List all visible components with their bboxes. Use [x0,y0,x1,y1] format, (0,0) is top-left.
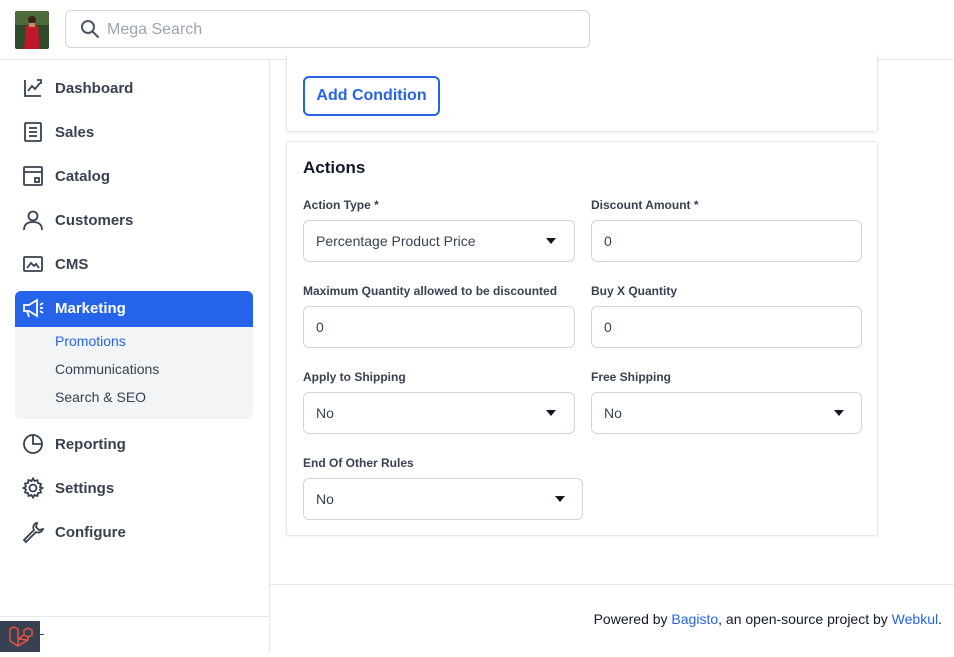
search-icon [81,20,99,38]
actions-title: Actions [303,158,366,177]
action-type-label: Action Type * [303,198,379,212]
sidebar-item-cms[interactable]: CMS [15,247,253,283]
add-condition-button[interactable]: Add Condition [303,76,440,116]
sidebar-item-sales[interactable]: Sales [15,115,253,151]
submenu-item-promotions[interactable]: Promotions [55,333,126,349]
search-placeholder: Mega Search [107,21,203,38]
buy-x-quantity-label: Buy X Quantity [591,284,678,298]
megaphone-icon [23,298,44,318]
sidebar-divider [0,616,269,617]
discount-amount-input[interactable]: 0 [591,220,862,262]
catalog-icon [23,166,43,186]
sidebar: Dashboard Sales Catalog Customers CMS Ma… [0,60,270,652]
laravel-icon [9,626,33,647]
cms-icon [23,256,43,272]
actions-card: Actions Action Type * Percentage Product… [286,141,878,536]
action-type-select[interactable]: Percentage Product Price [303,220,575,262]
footer-credit: Powered by Bagisto, an open-source proje… [593,611,942,627]
free-shipping-label: Free Shipping [591,370,672,384]
mega-search-input[interactable]: Mega Search [65,10,590,48]
max-quantity-label: Maximum Quantity allowed to be discounte… [303,284,558,298]
footer-divider [270,584,954,585]
customers-icon [23,210,43,231]
submenu-item-search-seo[interactable]: Search & SEO [55,389,146,405]
sidebar-item-dashboard[interactable]: Dashboard [15,71,253,107]
laravel-debugbar-toggle[interactable] [0,621,44,652]
chevron-down-icon [546,410,556,416]
wrench-icon [22,522,44,543]
end-other-rules-label: End Of Other Rules [303,456,414,470]
dashboard-icon [24,79,42,97]
end-other-rules-select[interactable]: No [303,478,583,520]
marketing-submenu: Promotions Communications Search & SEO [15,327,253,419]
sidebar-item-marketing[interactable]: Marketing [15,291,253,327]
webkul-link[interactable]: Webkul [892,611,938,627]
top-header: Mega Search [0,0,954,60]
sales-icon [24,122,42,142]
discount-amount-label: Discount Amount * [591,198,699,212]
free-shipping-select[interactable]: No [591,392,862,434]
bagisto-link[interactable]: Bagisto [671,611,718,627]
chevron-down-icon [555,496,565,502]
apply-shipping-label: Apply to Shipping [303,370,406,384]
sidebar-item-customers[interactable]: Customers [15,203,253,239]
avatar[interactable] [15,11,49,49]
conditions-card: Add Condition [286,55,878,132]
sidebar-item-catalog[interactable]: Catalog [15,159,253,195]
submenu-item-communications[interactable]: Communications [55,361,159,377]
sidebar-item-configure[interactable]: Configure [15,515,253,551]
chevron-down-icon [546,238,556,244]
apply-shipping-select[interactable]: No [303,392,575,434]
pie-chart-icon [23,434,43,454]
sidebar-item-settings[interactable]: Settings [15,471,253,507]
sidebar-item-reporting[interactable]: Reporting [15,427,253,463]
buy-x-quantity-input[interactable]: 0 [591,306,862,348]
chevron-down-icon [834,410,844,416]
max-quantity-input[interactable]: 0 [303,306,575,348]
gear-icon [22,477,44,499]
